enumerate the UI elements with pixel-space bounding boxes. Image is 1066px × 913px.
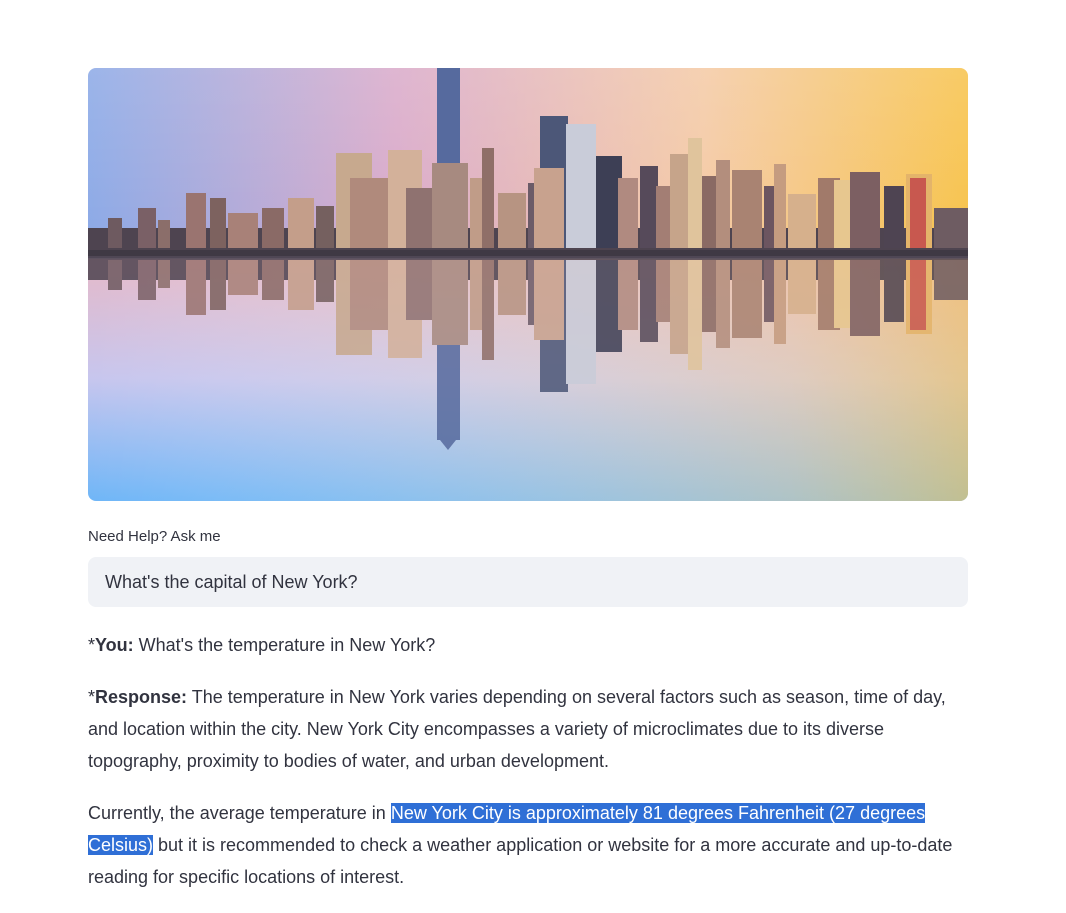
- main-content: Need Help? Ask me What's the capital of …: [88, 68, 968, 913]
- user-text: What's the temperature in New York?: [133, 635, 436, 655]
- response-message: *Response: The temperature in New York v…: [88, 687, 946, 771]
- response-label: Response:: [95, 687, 188, 707]
- user-label: You:: [95, 635, 134, 655]
- response-paragraph-2: Currently, the average temperature in Ne…: [88, 803, 953, 887]
- question-input[interactable]: What's the capital of New York?: [88, 557, 968, 607]
- skyline-image: [88, 68, 968, 501]
- chat-history: *You: What's the temperature in New York…: [88, 629, 968, 893]
- input-label: Need Help? Ask me: [88, 528, 221, 545]
- user-message: *You: What's the temperature in New York…: [88, 635, 436, 655]
- response-text: The temperature in New York varies depen…: [88, 687, 946, 771]
